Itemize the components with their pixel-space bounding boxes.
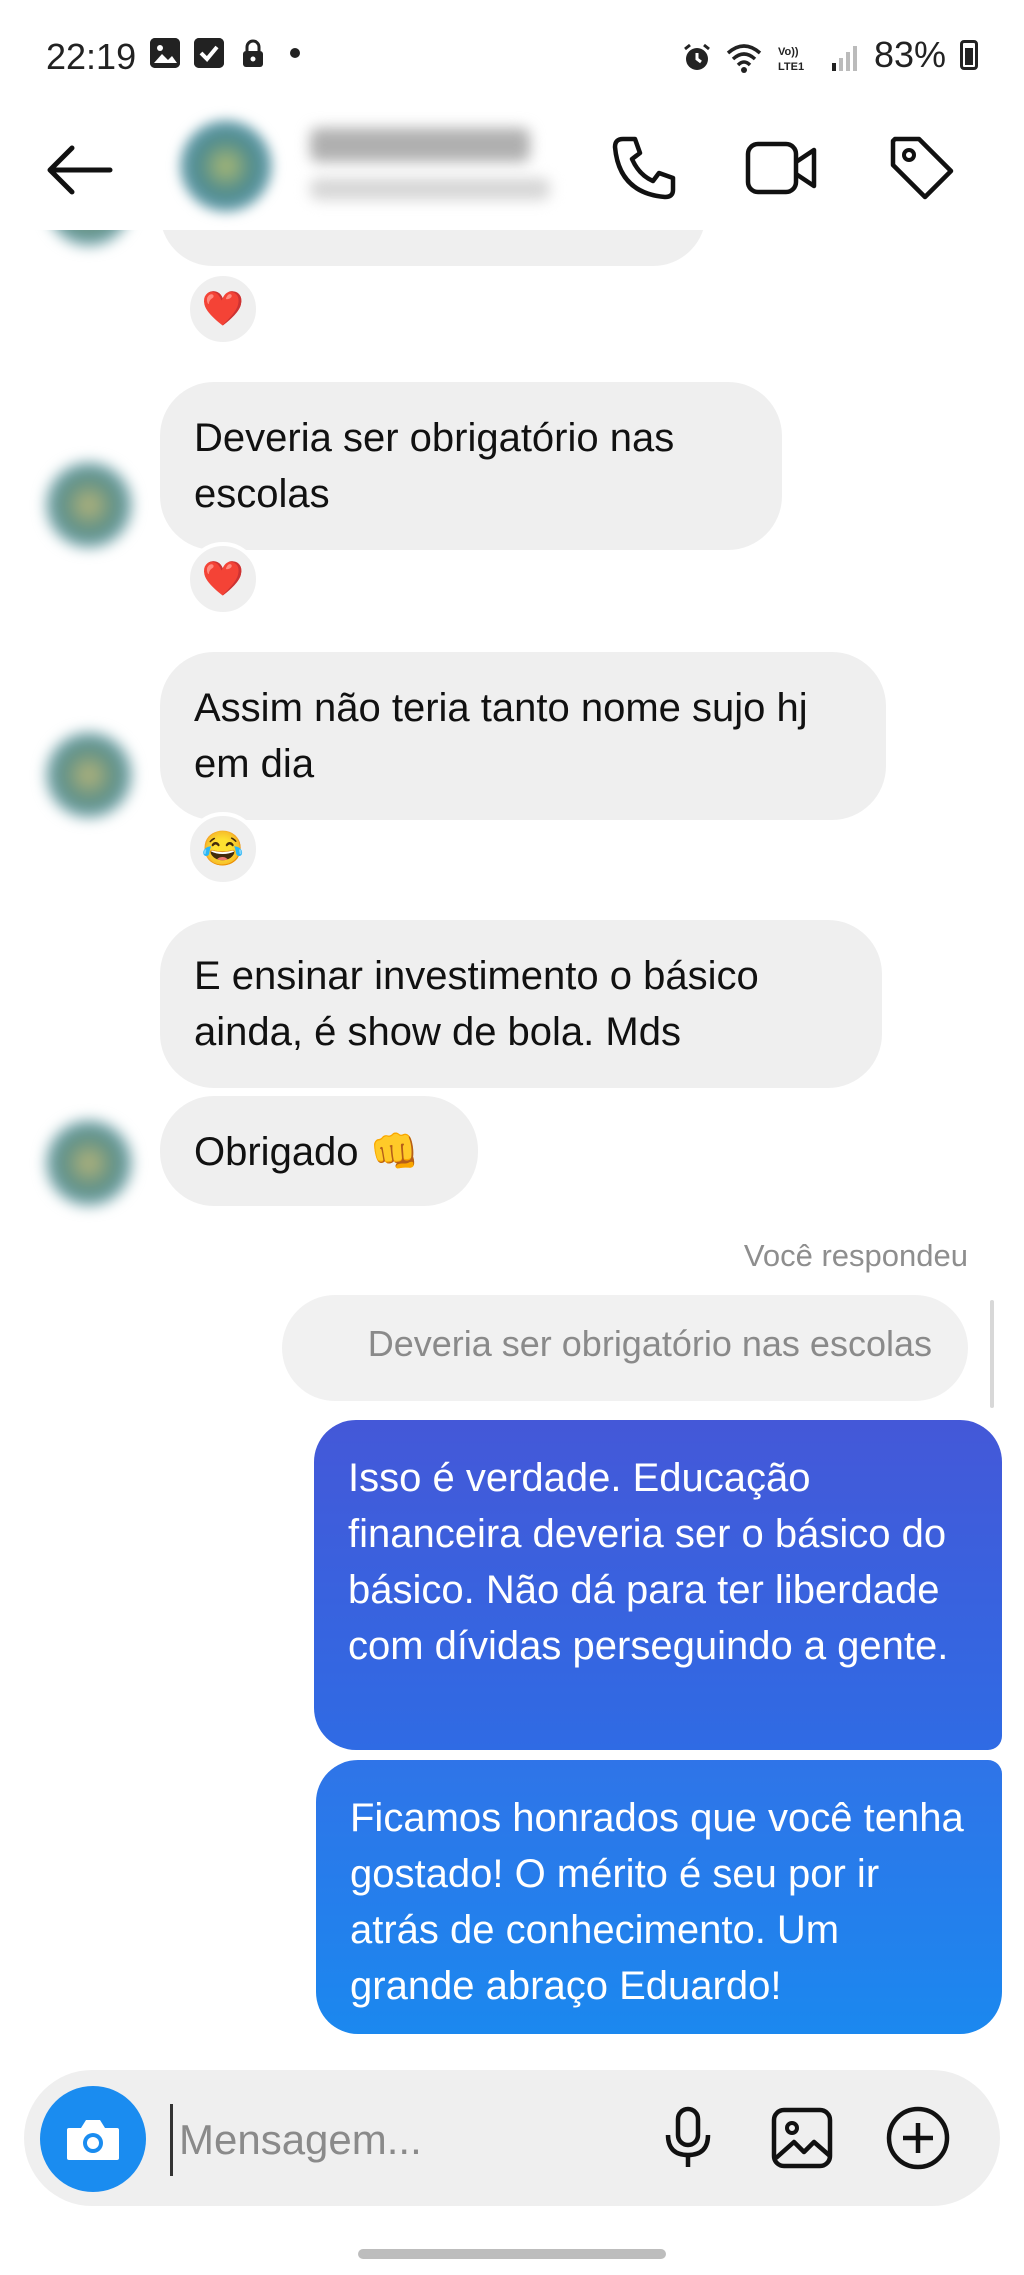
sent-message-bubble[interactable]: Isso é verdade. Educação financeira deve… bbox=[314, 1420, 1002, 1750]
tag-icon bbox=[890, 136, 954, 200]
replied-label: Você respondeu bbox=[743, 1238, 968, 1273]
lock-icon bbox=[238, 38, 268, 68]
voice-call-button[interactable] bbox=[604, 128, 684, 208]
chat-header bbox=[0, 110, 1024, 230]
reaction-laugh[interactable]: 😂 bbox=[186, 812, 260, 886]
gallery-icon bbox=[771, 2107, 833, 2169]
reply-indicator-line bbox=[990, 1300, 994, 1408]
contact-status bbox=[310, 178, 550, 200]
message-input[interactable] bbox=[170, 2104, 641, 2176]
checkbox-icon bbox=[194, 38, 224, 68]
status-bar: 22:19 Vo)) LTE1 83% bbox=[0, 0, 1024, 110]
contact-avatar[interactable] bbox=[180, 120, 272, 212]
phone-icon bbox=[612, 136, 676, 200]
video-call-button[interactable] bbox=[742, 128, 822, 208]
camera-button[interactable] bbox=[40, 2086, 146, 2192]
camera-icon bbox=[67, 2120, 119, 2160]
image-icon bbox=[150, 38, 180, 68]
reply-quote[interactable]: Deveria ser obrigatório nas escolas bbox=[282, 1295, 968, 1401]
wifi-icon bbox=[726, 40, 762, 73]
contact-name[interactable] bbox=[310, 128, 530, 162]
reaction-heart[interactable]: ❤️ bbox=[186, 272, 260, 346]
message-bubble[interactable]: Obrigado 👊 bbox=[160, 1096, 478, 1206]
dot-icon bbox=[290, 48, 300, 58]
microphone-icon bbox=[665, 2106, 711, 2167]
more-options-button[interactable] bbox=[880, 2100, 956, 2176]
sender-avatar[interactable] bbox=[46, 732, 132, 818]
back-button[interactable] bbox=[44, 140, 114, 200]
message-composer bbox=[24, 2070, 1000, 2206]
svg-text:Vo)): Vo)) bbox=[778, 46, 799, 58]
message-bubble[interactable]: Assim não teria tanto nome sujo hj em di… bbox=[160, 652, 886, 820]
battery-icon bbox=[960, 40, 978, 70]
video-camera-icon bbox=[745, 141, 817, 195]
gallery-button[interactable] bbox=[764, 2100, 840, 2176]
sender-avatar[interactable] bbox=[46, 462, 132, 548]
svg-text:LTE1: LTE1 bbox=[778, 61, 804, 73]
message-bubble[interactable]: Deveria ser obrigatório nas escolas bbox=[160, 382, 782, 550]
alarm-icon bbox=[682, 40, 712, 70]
navigation-handle[interactable] bbox=[358, 2249, 666, 2259]
label-button[interactable] bbox=[882, 128, 962, 208]
battery-text: 83% bbox=[873, 34, 946, 75]
reaction-heart[interactable]: ❤️ bbox=[186, 542, 260, 616]
plus-circle-icon bbox=[886, 2106, 950, 2170]
message-bubble[interactable]: E ensinar investimento o básico ainda, é… bbox=[160, 920, 882, 1088]
message-list[interactable]: ❤️ Deveria ser obrigatório nas escolas ❤… bbox=[0, 160, 1024, 2050]
microphone-button[interactable] bbox=[650, 2100, 726, 2176]
status-time: 22:19 bbox=[46, 36, 137, 77]
sender-avatar[interactable] bbox=[46, 1120, 132, 1206]
signal-icon bbox=[830, 40, 860, 71]
arrow-left-icon bbox=[47, 145, 113, 195]
volte-icon: Vo)) LTE1 bbox=[776, 40, 816, 73]
sent-message-bubble[interactable]: Ficamos honrados que você tenha gostado!… bbox=[316, 1760, 1002, 2034]
